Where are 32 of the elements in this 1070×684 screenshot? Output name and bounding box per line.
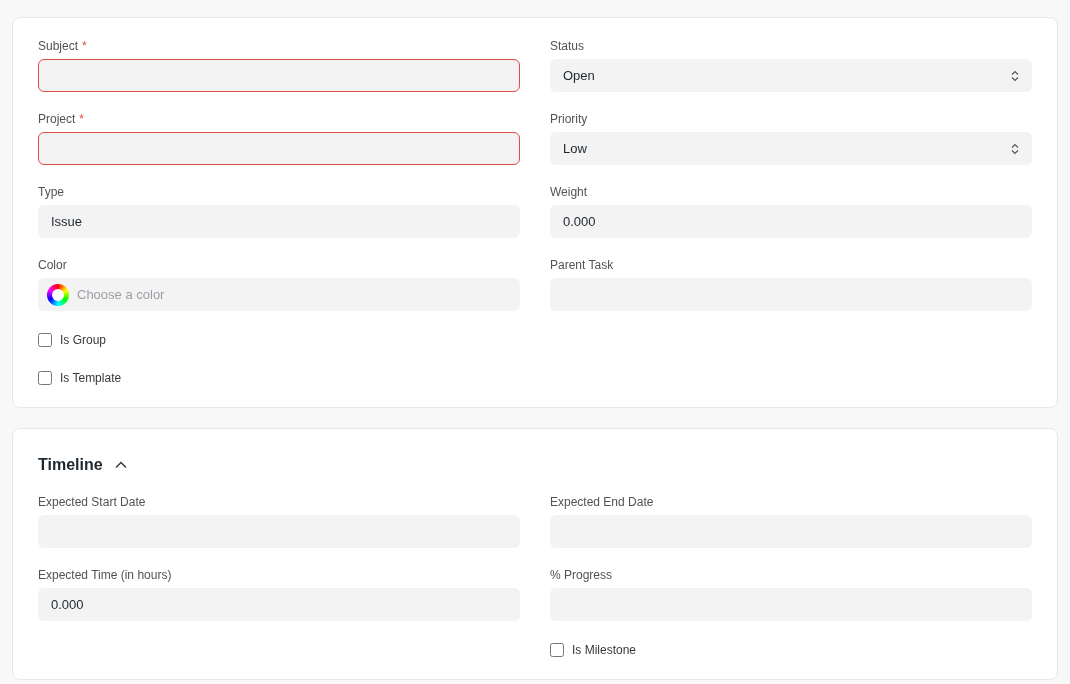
field-label: Expected End Date: [550, 495, 654, 509]
checkbox[interactable]: [38, 333, 52, 347]
section-title: Timeline: [38, 455, 103, 475]
chevron-up-icon[interactable]: [114, 461, 127, 469]
select-field[interactable]: Low: [550, 132, 1032, 165]
checkbox[interactable]: [38, 371, 52, 385]
up-down-chevron-icon: [1011, 142, 1019, 155]
field-label: Expected Start Date: [38, 495, 146, 509]
required-mark: *: [82, 39, 87, 53]
field-label: Status: [550, 39, 585, 53]
field-label: Priority: [550, 112, 588, 126]
field-label: Type: [38, 185, 64, 199]
select-field[interactable]: Open: [550, 59, 1032, 92]
required-mark: *: [79, 112, 85, 126]
checkbox-label: Is Group: [60, 332, 107, 349]
field-label: Parent Task: [550, 258, 614, 272]
input-field[interactable]: Issue: [38, 205, 520, 238]
checkbox[interactable]: [550, 643, 564, 657]
field-label: Weight: [550, 185, 588, 199]
field-label: Expected Time (in hours): [38, 568, 172, 582]
field-label: % Progress: [550, 568, 613, 582]
field-label: Color: [38, 258, 67, 272]
field-label: Project: [38, 112, 76, 126]
up-down-chevron-icon: [1011, 69, 1019, 82]
input-field[interactable]: 0.000: [550, 205, 1032, 238]
input-field[interactable]: [38, 132, 520, 165]
field-label: Subject: [38, 39, 79, 53]
checkbox-label: Is Milestone: [572, 642, 637, 659]
checkbox-label: Is Template: [60, 370, 122, 387]
input-field[interactable]: 0.000: [38, 588, 520, 621]
input-field[interactable]: [38, 59, 520, 92]
color-wheel-icon: [47, 283, 69, 306]
